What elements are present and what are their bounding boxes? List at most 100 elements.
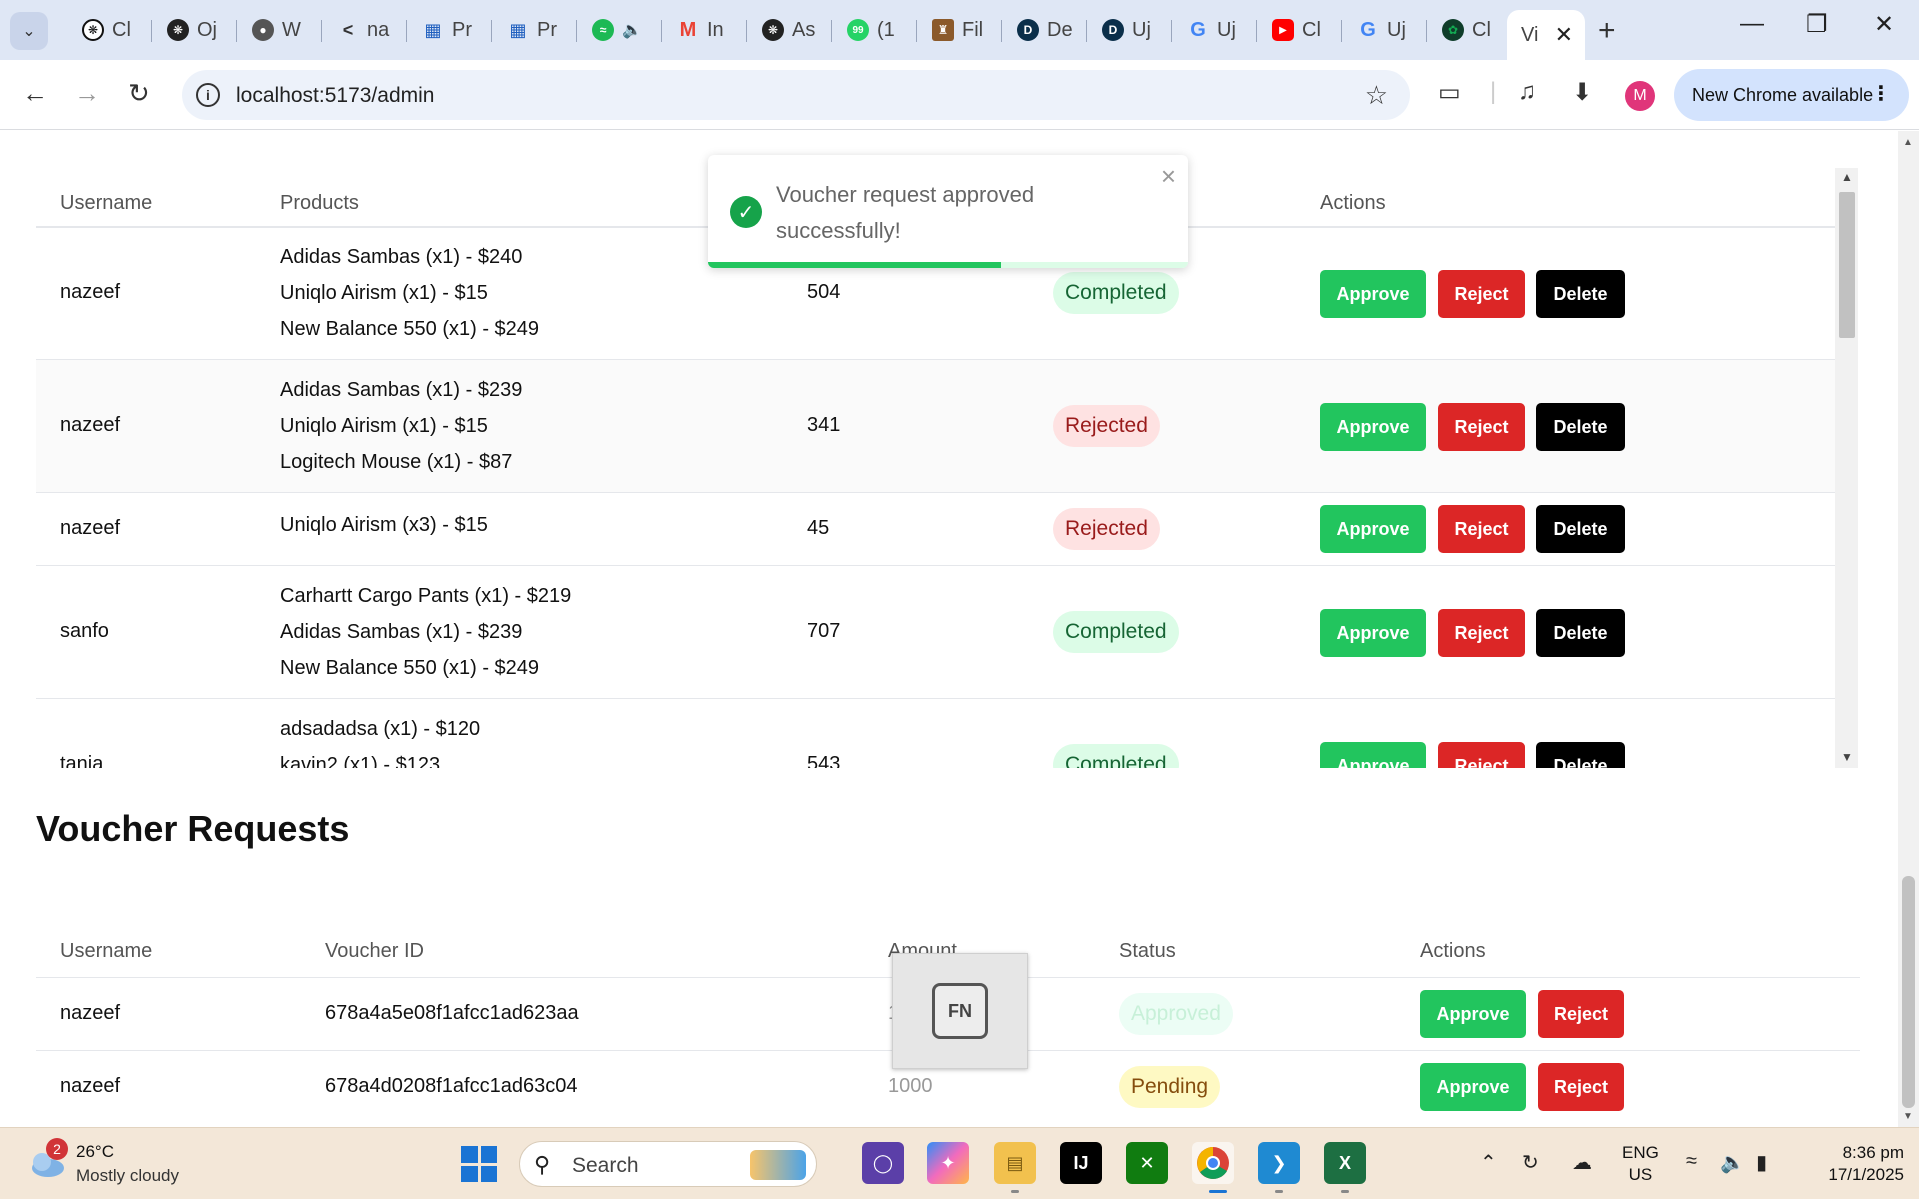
browser-tab[interactable]: ❋ As [748, 10, 832, 50]
reject-button[interactable]: Reject [1538, 990, 1624, 1038]
address-bar[interactable]: i localhost:5173/admin ☆ [182, 70, 1410, 120]
browser-tab[interactable]: ▦ Pr [408, 10, 492, 50]
delete-button[interactable]: Delete [1536, 609, 1625, 657]
windows-start-icon[interactable] [461, 1146, 497, 1182]
delete-button[interactable]: Delete [1536, 403, 1625, 451]
browser-tab[interactable]: ♜ Fil [918, 10, 1002, 50]
browser-tab[interactable]: M In [663, 10, 747, 50]
browser-tab-active[interactable]: Vi ✕ [1507, 10, 1585, 60]
reject-button[interactable]: Reject [1438, 505, 1525, 553]
media-control-icon[interactable]: ♫ [1518, 78, 1536, 106]
wifi-icon[interactable]: ≈ [1686, 1150, 1697, 1173]
copilot-icon[interactable]: ✦ [927, 1142, 969, 1184]
reject-button[interactable]: Reject [1438, 742, 1525, 768]
url-text[interactable]: localhost:5173/admin [236, 84, 434, 108]
battery-icon[interactable]: ▮ [1756, 1150, 1767, 1175]
language-code: ENG [1622, 1143, 1659, 1162]
approve-button[interactable]: Approve [1320, 505, 1426, 553]
approve-button[interactable]: Approve [1320, 742, 1426, 768]
product-line: adsadadsa (x1) - $120 [280, 718, 481, 740]
back-arrow-icon[interactable]: ← [22, 78, 48, 109]
taskbar-search[interactable]: ⚲ Search [519, 1141, 817, 1187]
forward-arrow-icon[interactable]: → [74, 78, 100, 109]
status-badge: Rejected [1053, 508, 1160, 550]
browser-tab[interactable]: ▦ Pr [493, 10, 577, 50]
product-line: Carhartt Cargo Pants (x1) - $219 [280, 585, 572, 607]
avatar[interactable]: M [1625, 81, 1655, 111]
browser-tab[interactable]: ≈ 🔈 [578, 10, 662, 50]
amount-cell: 1000 [888, 1075, 933, 1097]
reload-icon[interactable]: ↻ [128, 78, 150, 109]
intellij-icon[interactable]: IJ [1060, 1142, 1102, 1184]
scroll-up-arrow-icon[interactable]: ▲ [1903, 137, 1913, 148]
orders-scrollbar[interactable]: ▲ ▼ [1835, 168, 1858, 768]
approve-button[interactable]: Approve [1320, 270, 1426, 318]
browser-tab[interactable]: ▶ Cl [1258, 10, 1342, 50]
reject-button[interactable]: Reject [1438, 403, 1525, 451]
browser-tab[interactable]: G Uj [1343, 10, 1427, 50]
download-icon[interactable]: ⬇ [1572, 78, 1592, 107]
scrollbar-thumb[interactable] [1902, 876, 1915, 1108]
site-info-icon[interactable]: i [196, 83, 220, 107]
reject-button[interactable]: Reject [1538, 1063, 1624, 1111]
file-explorer-icon[interactable]: ▤ [994, 1142, 1036, 1184]
minimize-button[interactable]: — [1740, 10, 1764, 38]
browser-tab[interactable]: ❋ Cl [68, 10, 152, 50]
vscode-icon[interactable]: ❯ [1258, 1142, 1300, 1184]
browser-tab[interactable]: G Uj [1173, 10, 1257, 50]
approve-button[interactable]: Approve [1320, 609, 1426, 657]
page-scrollbar[interactable]: ▲ ▼ [1898, 131, 1919, 1127]
reject-button[interactable]: Reject [1438, 270, 1525, 318]
close-tab-icon[interactable]: ✕ [1555, 22, 1573, 48]
browser-tab[interactable]: ❋ Oj [153, 10, 237, 50]
scroll-down-arrow-icon[interactable]: ▼ [1841, 750, 1853, 764]
chrome-icon[interactable] [1192, 1142, 1234, 1184]
bracket-icon: < [342, 19, 354, 40]
delete-button[interactable]: Delete [1536, 505, 1625, 553]
delete-button[interactable]: Delete [1536, 742, 1625, 768]
browser-tab[interactable]: D Uj [1088, 10, 1172, 50]
browser-tab[interactable]: ✿ Cl [1428, 10, 1512, 50]
extensions-icon[interactable]: ▭ [1438, 78, 1461, 107]
close-window-button[interactable]: ✕ [1874, 10, 1894, 39]
product-line: New Balance 550 (x1) - $249 [280, 318, 540, 340]
system-clock[interactable]: 8:36 pm 17/1/2025 [1814, 1142, 1904, 1186]
reject-button[interactable]: Reject [1438, 609, 1525, 657]
tab-label: Pr [452, 18, 472, 41]
column-header-username: Username [60, 192, 153, 214]
approve-button[interactable]: Approve [1420, 1063, 1526, 1111]
xbox-icon[interactable]: ✕ [1126, 1142, 1168, 1184]
approve-button[interactable]: Approve [1420, 990, 1526, 1038]
excel-icon[interactable]: X [1324, 1142, 1366, 1184]
browser-tab[interactable]: D De [1003, 10, 1087, 50]
speaker-icon[interactable]: 🔈 [1720, 1150, 1745, 1175]
chevron-up-icon[interactable]: ⌃ [1480, 1150, 1497, 1175]
toast-close-icon[interactable]: × [1161, 161, 1176, 192]
tab-search-chevron-icon[interactable]: ⌄ [10, 12, 48, 50]
bookmark-star-icon[interactable]: ☆ [1365, 80, 1388, 111]
proton-icon[interactable]: ◯ [862, 1142, 904, 1184]
weather-condition[interactable]: Mostly cloudy [76, 1166, 179, 1186]
product-line: New Balance 550 (x1) - $249 [280, 657, 540, 679]
browser-tab[interactable]: ● W [238, 10, 322, 50]
delete-button[interactable]: Delete [1536, 270, 1625, 318]
kebab-menu-icon[interactable]: ⋮ [1871, 81, 1891, 106]
scroll-down-arrow-icon[interactable]: ▼ [1903, 1111, 1913, 1122]
tab-label: Cl [1302, 18, 1321, 41]
browser-tab[interactable]: 99 (1 [833, 10, 917, 50]
approve-button[interactable]: Approve [1320, 403, 1426, 451]
scroll-up-arrow-icon[interactable]: ▲ [1841, 170, 1853, 184]
language-indicator[interactable]: ENG US [1622, 1142, 1659, 1186]
sync-icon[interactable]: ↻ [1522, 1150, 1539, 1175]
onedrive-icon[interactable]: ☁ [1572, 1150, 1592, 1175]
orders-table-container[interactable]: Username Products Actions nazeef Adidas … [36, 168, 1860, 899]
table-row: nazeef Uniqlo Airism (x3) - $15 45 Rejec… [36, 493, 1835, 566]
spotify-icon: ≈ [592, 19, 614, 41]
scrollbar-thumb[interactable] [1839, 192, 1855, 338]
new-chrome-available-button[interactable]: New Chrome available ⋮ [1674, 69, 1909, 121]
new-tab-button[interactable]: + [1598, 14, 1616, 48]
column-header-actions: Actions [1420, 940, 1486, 962]
browser-tab[interactable]: < na [323, 10, 407, 50]
restore-button[interactable]: ❐ [1806, 10, 1828, 39]
weather-temperature[interactable]: 26°C [76, 1142, 114, 1162]
